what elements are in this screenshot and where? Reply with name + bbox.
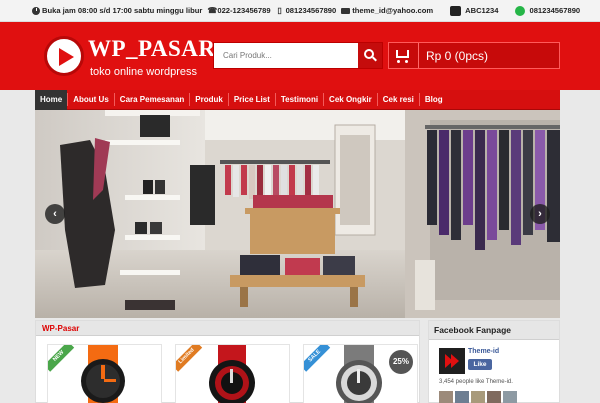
main-nav: Home About Us Cara Pemesanan Produk Pric…: [35, 89, 560, 110]
nav-cara-pemesanan[interactable]: Cara Pemesanan: [115, 90, 189, 110]
phone-number-2[interactable]: 081234567890: [286, 6, 337, 15]
product-card[interactable]: Limited: [175, 344, 290, 403]
phone-number-1[interactable]: 022-123456789: [217, 6, 270, 15]
facebook-like-box: Theme-id Like 3,454 people like Theme-id…: [436, 346, 556, 403]
mail-icon: [341, 7, 351, 14]
search-box: [213, 42, 383, 69]
logo-play-icon: [44, 36, 84, 76]
discount-badge: 25%: [389, 350, 413, 374]
widget-title: Facebook Fanpage: [429, 321, 559, 340]
cart-icon: [389, 43, 419, 68]
search-input[interactable]: [214, 43, 360, 68]
phone-icon: ☎: [207, 5, 218, 15]
logo-title: WP_PASAR: [88, 36, 216, 61]
hero-slider: ‹ ›: [35, 110, 560, 318]
whatsapp-icon: [515, 5, 526, 16]
fan-avatar[interactable]: [471, 391, 485, 403]
fan-avatar[interactable]: [439, 391, 453, 403]
cart-button[interactable]: Rp 0 (0pcs): [388, 42, 560, 69]
bbm-icon: [450, 5, 462, 16]
nav-cek-ongkir[interactable]: Cek Ongkir: [324, 90, 377, 110]
slider-next-button[interactable]: ›: [530, 204, 550, 224]
whatsapp-number[interactable]: 081234567890: [529, 6, 580, 15]
fb-like-count: 3,454 people like Theme-id.: [439, 379, 513, 385]
site-logo[interactable]: WP_PASAR toko online wordpress: [44, 34, 215, 84]
store-interior-image: [35, 110, 560, 318]
fanpage-name[interactable]: Theme-id: [468, 348, 499, 355]
nav-testimoni[interactable]: Testimoni: [276, 90, 323, 110]
nav-about-us[interactable]: About Us: [68, 90, 114, 110]
fan-avatar[interactable]: [455, 391, 469, 403]
nav-blog[interactable]: Blog: [420, 90, 448, 110]
top-info-bar: Buka jam 08:00 s/d 17:00 sabtu minggu li…: [0, 0, 600, 22]
clock-icon: [32, 6, 40, 15]
search-button[interactable]: [358, 43, 382, 68]
bbm-pin: ABC1234: [465, 6, 499, 15]
fan-avatars: [439, 391, 517, 403]
opening-hours: Buka jam 08:00 s/d 17:00 sabtu minggu li…: [42, 6, 203, 15]
theme-id-logo-icon: [439, 348, 465, 374]
fan-avatar[interactable]: [487, 391, 501, 403]
product-card[interactable]: SALE 25%: [303, 344, 418, 403]
fan-avatar[interactable]: [503, 391, 517, 403]
slider-prev-button[interactable]: ‹: [45, 204, 65, 224]
nav-price-list[interactable]: Price List: [229, 90, 275, 110]
site-header: WP_PASAR toko online wordpress Rp 0 (0pc…: [0, 22, 600, 90]
product-section: WP-Pasar NEW Limited SALE 25%: [35, 320, 420, 403]
logo-subtitle: toko online wordpress: [90, 66, 198, 78]
mobile-icon: ▯: [277, 5, 282, 15]
product-card[interactable]: NEW: [47, 344, 162, 403]
email-address[interactable]: theme_id@yahoo.com: [352, 6, 433, 15]
facebook-fanpage-widget: Facebook Fanpage Theme-id Like 3,454 peo…: [428, 320, 560, 403]
section-title: WP-Pasar: [36, 321, 419, 336]
fb-like-button[interactable]: Like: [468, 359, 492, 370]
cart-total: Rp 0 (0pcs): [426, 48, 489, 63]
nav-home[interactable]: Home: [35, 89, 68, 110]
nav-produk[interactable]: Produk: [190, 90, 228, 110]
nav-cek-resi[interactable]: Cek resi: [378, 90, 419, 110]
fanpage-avatar[interactable]: [439, 348, 465, 374]
